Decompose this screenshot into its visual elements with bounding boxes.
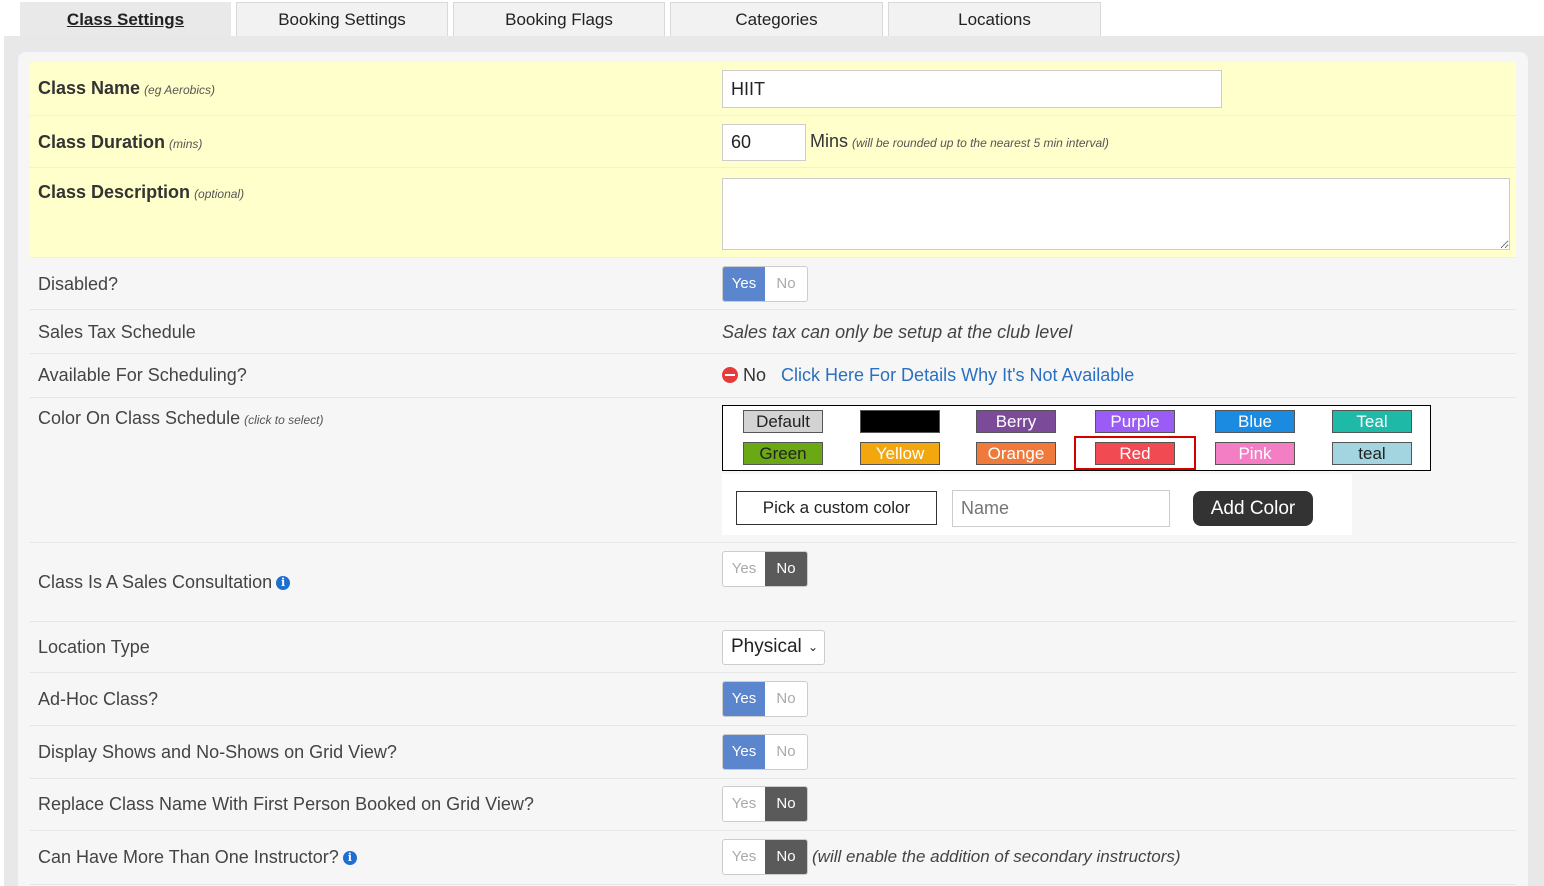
instructors-toggle[interactable]: Yes No xyxy=(722,839,808,875)
sales-tax-label: Sales Tax Schedule xyxy=(38,322,196,342)
class-duration-hint: (mins) xyxy=(169,137,203,151)
sales-consultation-label-text: Class Is A Sales Consultation xyxy=(38,572,273,592)
add-color-button[interactable]: Add Color xyxy=(1193,491,1313,526)
disabled-yes[interactable]: Yes xyxy=(723,267,765,301)
swatch-teal-light[interactable]: teal xyxy=(1332,442,1412,465)
shows-label: Display Shows and No-Shows on Grid View? xyxy=(38,742,397,762)
class-name-input[interactable] xyxy=(722,70,1222,108)
info-icon[interactable]: i xyxy=(342,851,357,865)
selected-color-highlight xyxy=(1074,436,1196,470)
swatch-pink[interactable]: Pink xyxy=(1215,442,1295,465)
color-name-input[interactable] xyxy=(952,490,1170,527)
instructors-yes[interactable]: Yes xyxy=(723,840,765,874)
duration-note: (will be rounded up to the nearest 5 min… xyxy=(852,136,1109,150)
available-status: No xyxy=(743,365,767,385)
swatch-blue[interactable]: Blue xyxy=(1215,410,1295,433)
sales-consultation-toggle[interactable]: Yes No xyxy=(722,551,808,587)
sales-consultation-yes[interactable]: Yes xyxy=(723,552,765,586)
disabled-no[interactable]: No xyxy=(765,267,807,301)
instructors-label-text: Can Have More Than One Instructor? xyxy=(38,847,339,867)
class-duration-input[interactable] xyxy=(722,124,806,161)
tab-locations[interactable]: Locations xyxy=(888,2,1101,36)
ad-hoc-no[interactable]: No xyxy=(765,682,807,716)
swatch-orange[interactable]: Orange xyxy=(976,442,1056,465)
swatch-berry[interactable]: Berry xyxy=(976,410,1056,433)
tab-booking-flags[interactable]: Booking Flags xyxy=(453,2,665,36)
instructors-label: Can Have More Than One Instructor? i xyxy=(38,847,357,868)
availability-details-link[interactable]: Click Here For Details Why It's Not Avai… xyxy=(781,365,1134,385)
ad-hoc-toggle[interactable]: Yes No xyxy=(722,681,808,717)
custom-color-picker[interactable]: Pick a custom color xyxy=(736,491,937,525)
class-description-label: Class Description (optional) xyxy=(38,182,244,203)
available-label: Available For Scheduling? xyxy=(38,365,247,385)
no-entry-icon xyxy=(722,367,738,383)
available-value: No Click Here For Details Why It's Not A… xyxy=(722,365,1134,386)
disabled-toggle[interactable]: Yes No xyxy=(722,266,808,302)
ad-hoc-label: Ad-Hoc Class? xyxy=(38,689,159,709)
color-label: Color On Class Schedule (click to select) xyxy=(38,408,323,429)
class-name-label-text: Class Name xyxy=(38,78,141,98)
class-name-label: Class Name (eg Aerobics) xyxy=(38,78,215,99)
disabled-label: Disabled? xyxy=(38,274,119,294)
duration-unit: Mins (will be rounded up to the nearest 5… xyxy=(810,131,1109,152)
tab-bar: Class Settings Booking Settings Booking … xyxy=(0,0,1544,36)
tab-categories[interactable]: Categories xyxy=(670,2,883,36)
ad-hoc-yes[interactable]: Yes xyxy=(723,682,765,716)
color-hint: (click to select) xyxy=(244,413,324,427)
class-description-textarea[interactable] xyxy=(722,178,1510,250)
swatch-purple[interactable]: Purple xyxy=(1095,410,1175,433)
swatch-black[interactable] xyxy=(860,410,940,433)
swatch-teal[interactable]: Teal xyxy=(1332,410,1412,433)
class-duration-label-text: Class Duration xyxy=(38,132,166,152)
shows-toggle[interactable]: Yes No xyxy=(722,734,808,770)
replace-name-yes[interactable]: Yes xyxy=(723,787,765,821)
class-duration-label: Class Duration (mins) xyxy=(38,132,202,153)
info-icon[interactable]: i xyxy=(276,576,291,590)
duration-unit-text: Mins xyxy=(810,131,849,151)
tab-class-settings[interactable]: Class Settings xyxy=(20,2,231,36)
class-name-hint: (eg Aerobics) xyxy=(144,83,215,97)
location-type-select[interactable]: Physical ⌄ xyxy=(722,630,825,665)
class-description-label-text: Class Description xyxy=(38,182,191,202)
chevron-down-icon: ⌄ xyxy=(807,640,818,654)
replace-name-no[interactable]: No xyxy=(765,787,807,821)
sales-tax-text: Sales tax can only be setup at the club … xyxy=(722,322,1073,342)
location-type-value: Physical xyxy=(731,636,802,657)
class-description-hint: (optional) xyxy=(194,187,245,201)
shows-no[interactable]: No xyxy=(765,735,807,769)
swatch-default[interactable]: Default xyxy=(743,410,823,433)
replace-name-toggle[interactable]: Yes No xyxy=(722,786,808,822)
swatch-green[interactable]: Green xyxy=(743,442,823,465)
location-type-label: Location Type xyxy=(38,637,150,657)
sales-consultation-label: Class Is A Sales Consultation i xyxy=(38,572,291,593)
instructors-no[interactable]: No xyxy=(765,840,807,874)
replace-name-label: Replace Class Name With First Person Boo… xyxy=(38,794,534,814)
tab-booking-settings[interactable]: Booking Settings xyxy=(236,2,448,36)
swatch-yellow[interactable]: Yellow xyxy=(860,442,940,465)
shows-yes[interactable]: Yes xyxy=(723,735,765,769)
color-label-text: Color On Class Schedule xyxy=(38,408,241,428)
sales-consultation-no[interactable]: No xyxy=(765,552,807,586)
instructors-note: (will enable the addition of secondary i… xyxy=(812,847,1181,866)
